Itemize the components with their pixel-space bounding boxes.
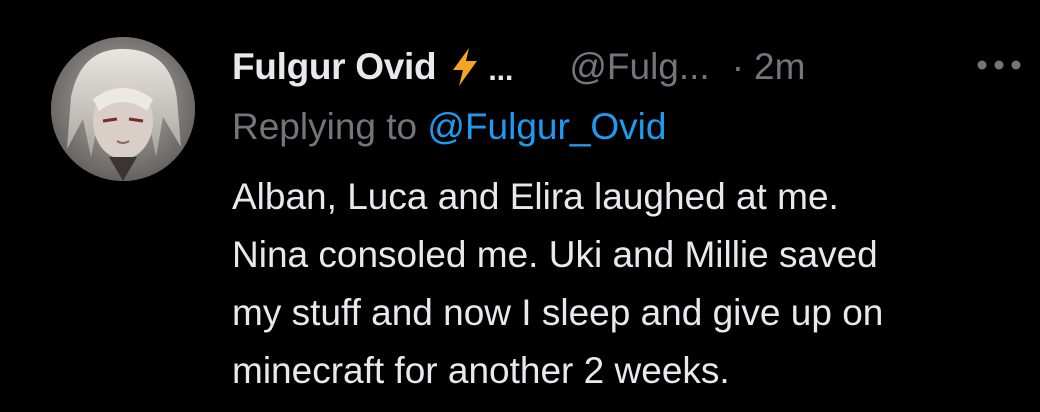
avatar-image bbox=[51, 37, 195, 181]
more-options-icon[interactable] bbox=[976, 58, 1022, 70]
tweet-header: Fulgur Ovid ... @Fulg... · 2m bbox=[232, 40, 805, 94]
replying-to: Replying to @Fulgur_Ovid bbox=[232, 106, 666, 148]
tweet-text-line: minecraft for another 2 weeks. bbox=[232, 350, 730, 391]
header-separator: · bbox=[731, 46, 745, 87]
lightning-bolt-icon bbox=[450, 47, 480, 87]
tweet-text-line: Nina consoled me. Uki and Millie saved bbox=[232, 234, 878, 275]
tweet-text-line: my stuff and now I sleep and give up on bbox=[232, 292, 884, 333]
tweet[interactable]: Fulgur Ovid ... @Fulg... · 2m Replying t… bbox=[0, 0, 1040, 412]
timestamp[interactable]: 2m bbox=[754, 46, 805, 88]
author-name[interactable]: Fulgur Ovid bbox=[232, 46, 437, 88]
tweet-text-line: Alban, Luca and Elira laughed at me. bbox=[232, 176, 839, 217]
name-ellipsis: ... bbox=[488, 54, 514, 87]
avatar[interactable] bbox=[51, 37, 195, 181]
reply-mention-link[interactable]: @Fulgur_Ovid bbox=[427, 106, 666, 147]
tweet-text: Alban, Luca and Elira laughed at me. Nin… bbox=[232, 168, 1032, 400]
reply-prefix: Replying to bbox=[232, 106, 428, 147]
author-handle[interactable]: @Fulg... bbox=[569, 46, 709, 88]
